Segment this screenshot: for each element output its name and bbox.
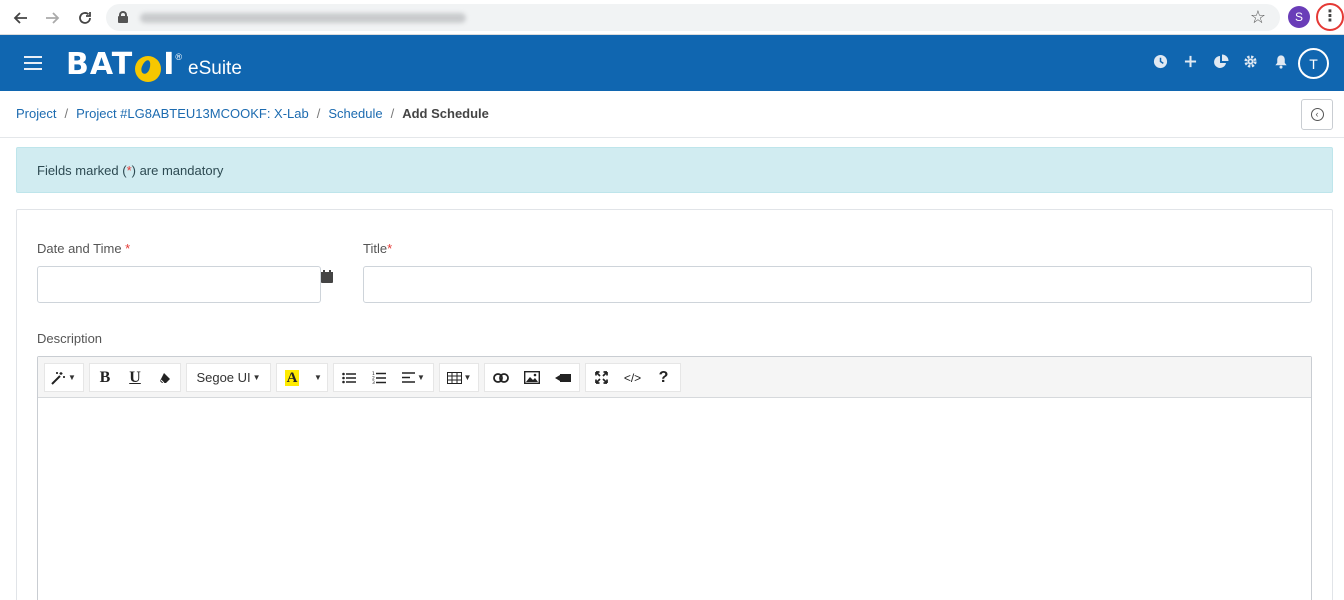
brand-text-end: I <box>163 47 176 82</box>
breadcrumb-project-detail[interactable]: Project #LG8ABTEU13MCOOKF: X-Lab <box>76 106 309 121</box>
breadcrumb-project[interactable]: Project <box>16 106 56 121</box>
clock-icon[interactable] <box>1152 53 1169 70</box>
ordered-list-icon[interactable]: 123 <box>364 364 394 391</box>
align-icon[interactable]: ▼ <box>394 364 433 391</box>
app-header: BAT I ® eSuite T <box>0 35 1344 91</box>
link-icon[interactable] <box>485 364 516 391</box>
bold-button[interactable]: B <box>90 364 120 391</box>
brand-suffix: eSuite <box>188 58 242 79</box>
bell-icon[interactable] <box>1272 53 1289 70</box>
font-name-dropdown[interactable]: Segoe UI ▼ <box>187 364 270 391</box>
video-icon[interactable] <box>547 364 578 391</box>
breadcrumb-separator: / <box>64 106 69 121</box>
breadcrumb-current: Add Schedule <box>402 106 489 121</box>
insert-group <box>484 363 580 392</box>
date-time-label: Date and Time * <box>37 241 130 256</box>
font-color-button[interactable]: A <box>277 364 307 391</box>
unordered-list-icon[interactable] <box>334 364 364 391</box>
editor-toolbar: ▼ B U Segoe UI ▼ A ▼ 123 ▼ ▼ </> ? <box>38 357 1311 398</box>
alert-suffix: ) are mandatory <box>131 163 224 178</box>
title-required-mark: * <box>387 241 393 256</box>
breadcrumb-bar: Project / Project #LG8ABTEU13MCOOKF: X-L… <box>0 91 1344 138</box>
color-group: A ▼ <box>276 363 328 392</box>
style-group: ▼ <box>44 363 84 392</box>
brand-text: BAT <box>66 47 134 82</box>
forward-icon[interactable] <box>40 6 64 30</box>
browser-menu-icon[interactable]: ⋮ <box>1316 3 1344 31</box>
breadcrumb-schedule[interactable]: Schedule <box>328 106 382 121</box>
underline-button[interactable]: U <box>120 364 150 391</box>
user-avatar[interactable]: T <box>1298 48 1329 79</box>
batoi-logo[interactable]: BAT I ® eSuite <box>66 46 242 82</box>
font-color-letter: A <box>284 369 300 386</box>
breadcrumb-separator: / <box>390 106 395 121</box>
header-icon-group <box>1152 53 1289 70</box>
alert-prefix: Fields marked ( <box>37 163 127 178</box>
calendar-icon[interactable] <box>321 270 333 283</box>
misc-group: </> ? <box>585 363 681 392</box>
table-group: ▼ <box>439 363 479 392</box>
date-time-label-text: Date and Time <box>37 241 126 256</box>
pie-chart-icon[interactable] <box>1212 53 1229 70</box>
image-icon[interactable] <box>516 364 547 391</box>
gear-icon[interactable] <box>1242 53 1259 70</box>
description-label: Description <box>37 331 103 346</box>
go-back-button[interactable]: ‹ <box>1301 99 1333 130</box>
profile-avatar[interactable]: S <box>1288 6 1310 28</box>
title-label-text: Title <box>363 241 388 256</box>
help-button[interactable]: ? <box>648 364 679 391</box>
browser-toolbar: ☆ S ⋮ <box>0 0 1344 35</box>
table-icon[interactable]: ▼ <box>440 364 478 391</box>
reload-icon[interactable] <box>73 6 97 30</box>
brand-o-mark <box>135 56 162 82</box>
font-name-group: Segoe UI ▼ <box>186 363 271 392</box>
magic-wand-icon[interactable]: ▼ <box>45 364 81 391</box>
code-view-button[interactable]: </> <box>617 364 648 391</box>
paragraph-group: 123 ▼ <box>333 363 434 392</box>
mandatory-fields-alert: Fields marked (*) are mandatory <box>16 147 1333 193</box>
date-required-mark: * <box>125 241 131 256</box>
description-editor: ▼ B U Segoe UI ▼ A ▼ 123 ▼ ▼ </> ? <box>37 356 1312 600</box>
address-bar[interactable]: ☆ <box>106 4 1280 31</box>
fullscreen-icon[interactable] <box>586 364 617 391</box>
bookmark-star-icon[interactable]: ☆ <box>1250 7 1266 28</box>
breadcrumb-separator: / <box>316 106 321 121</box>
font-name-value: Segoe UI <box>196 370 251 385</box>
back-circle-icon: ‹ <box>1310 108 1324 121</box>
breadcrumb: Project / Project #LG8ABTEU13MCOOKF: X-L… <box>16 106 489 121</box>
editor-content-area[interactable] <box>38 398 1311 600</box>
date-time-input[interactable] <box>37 266 321 303</box>
color-dropdown-toggle[interactable]: ▼ <box>307 364 327 391</box>
title-input[interactable] <box>363 266 1312 303</box>
plus-icon[interactable] <box>1182 53 1199 70</box>
svg-text:3: 3 <box>372 380 375 384</box>
back-icon[interactable] <box>9 6 33 30</box>
url-text-blurred <box>140 13 466 23</box>
lock-icon <box>118 11 128 23</box>
registered-mark: ® <box>175 52 183 62</box>
font-style-group: B U <box>89 363 181 392</box>
title-label: Title* <box>363 241 392 256</box>
eraser-icon[interactable] <box>150 364 180 391</box>
hamburger-menu-icon[interactable] <box>24 56 42 70</box>
